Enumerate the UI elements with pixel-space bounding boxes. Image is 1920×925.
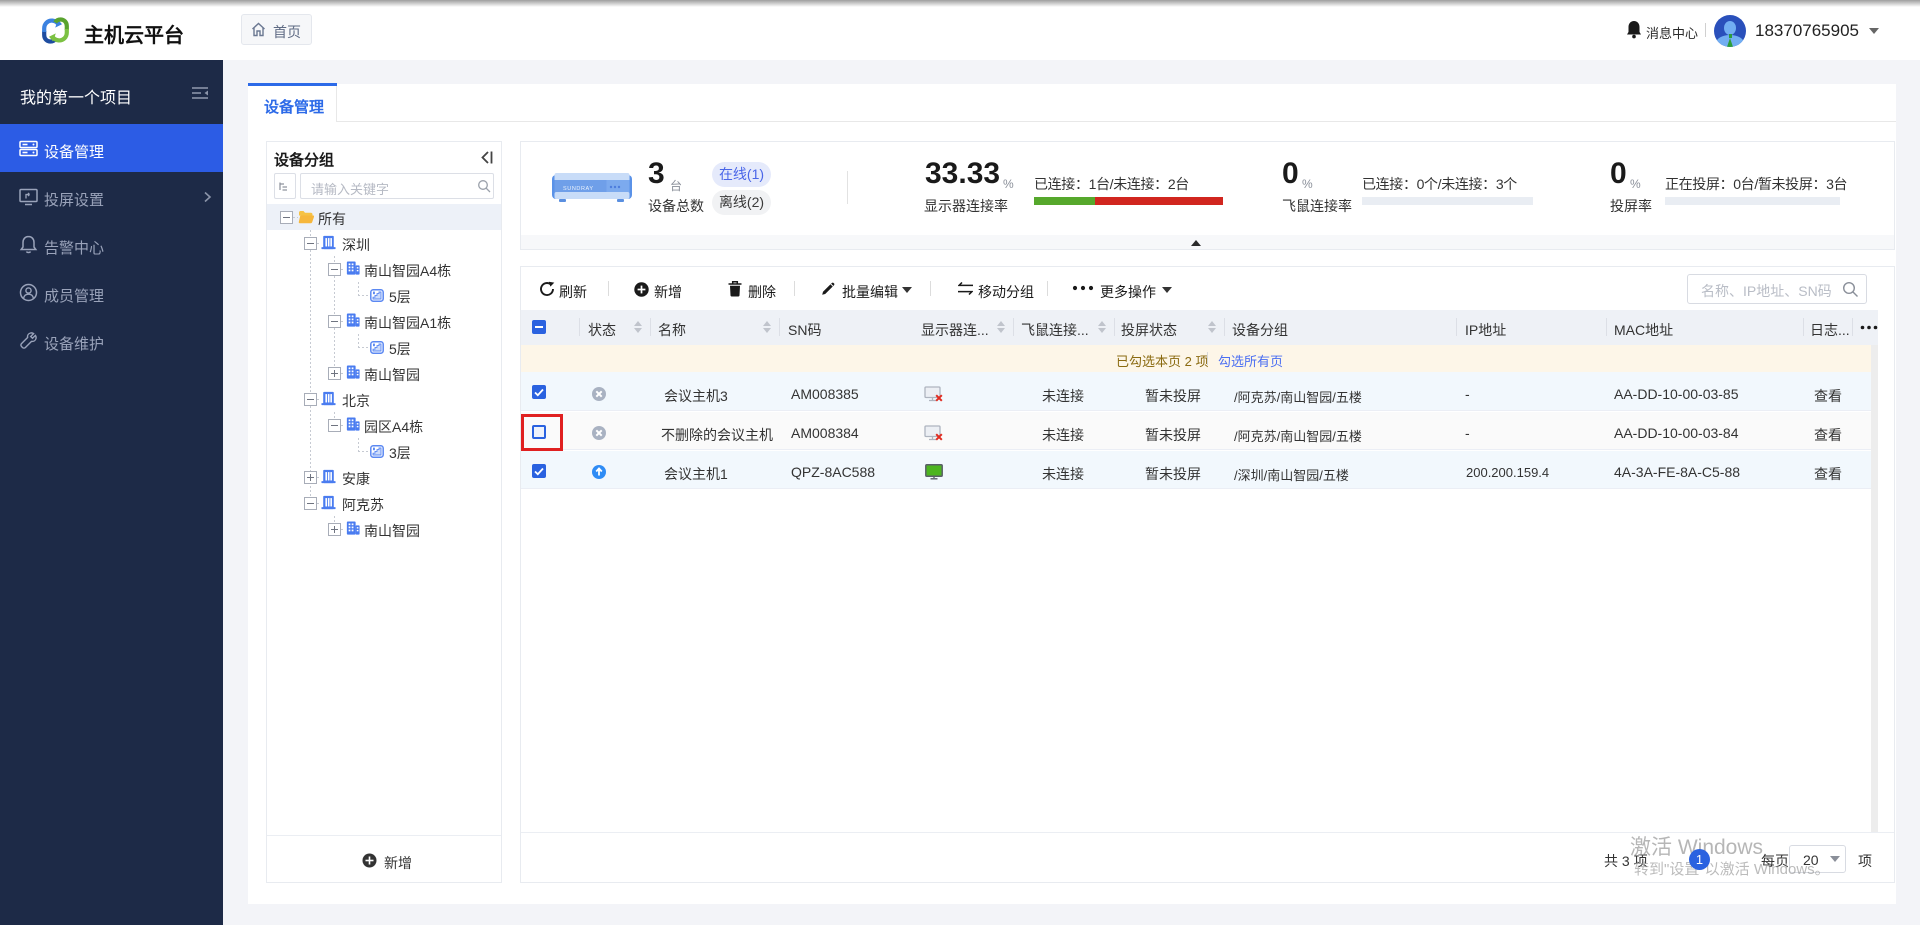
svg-text:SUNDRAY: SUNDRAY <box>563 186 594 192</box>
